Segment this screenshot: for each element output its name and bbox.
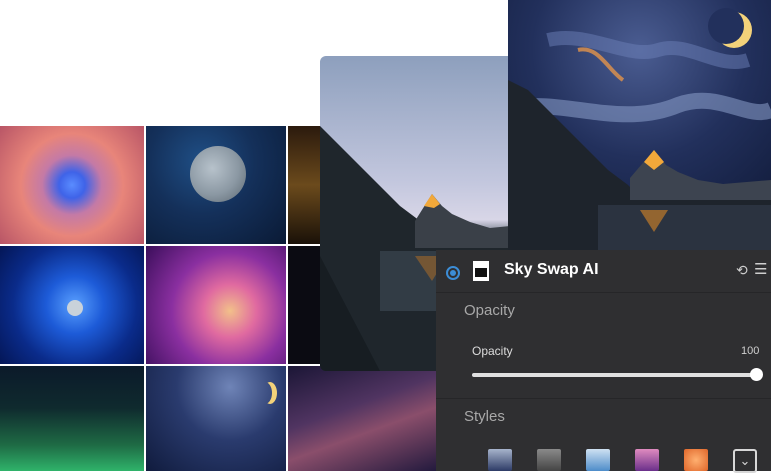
panel-title: Sky Swap AI xyxy=(504,261,599,278)
moon-icon xyxy=(67,300,83,316)
opacity-section-header[interactable]: Opacity xyxy=(464,302,515,319)
sky-thumbnail-milky-way[interactable] xyxy=(288,366,436,471)
sky-thumbnail-crescent-moon[interactable] xyxy=(146,366,286,471)
style-thumbnail[interactable] xyxy=(537,449,561,471)
divider xyxy=(436,292,771,293)
moon-icon xyxy=(190,146,246,202)
sky-thumbnail-aurora[interactable] xyxy=(0,366,144,471)
menu-icon[interactable]: ☰ xyxy=(754,260,767,278)
opacity-slider-thumb[interactable] xyxy=(750,368,763,381)
styles-section-header[interactable]: Styles xyxy=(464,408,505,425)
toggle-radio-icon[interactable] xyxy=(446,266,460,280)
reset-icon[interactable]: ⟲ xyxy=(736,262,748,279)
crescent-moon-icon xyxy=(258,382,272,404)
divider xyxy=(436,398,771,399)
sky-swapped-preview xyxy=(508,0,771,250)
sky-thumbnail-full-moon[interactable] xyxy=(146,126,286,244)
sky-thumbnail-dusk[interactable] xyxy=(288,126,321,244)
sky-thumbnail-stars[interactable] xyxy=(288,246,321,364)
opacity-label: Opacity xyxy=(472,344,513,358)
sky-thumbnail-purple-clouds[interactable] xyxy=(146,246,286,364)
sky-thumbnail-nebula[interactable] xyxy=(0,126,144,244)
filter-icon xyxy=(473,261,489,281)
opacity-value: 100 xyxy=(741,345,760,357)
style-thumbnail[interactable] xyxy=(586,449,610,471)
opacity-slider-track[interactable] xyxy=(472,373,758,377)
sky-thumbnail-blue-moon[interactable] xyxy=(0,246,144,364)
style-thumbnail[interactable] xyxy=(684,449,708,471)
sky-swap-panel: Sky Swap AI ⟲ ☰ Opacity Opacity 100 Styl… xyxy=(436,250,771,473)
style-thumbnail[interactable] xyxy=(635,449,659,471)
style-thumbnail[interactable] xyxy=(488,449,512,471)
chevron-down-icon[interactable]: ⌄ xyxy=(733,449,757,473)
